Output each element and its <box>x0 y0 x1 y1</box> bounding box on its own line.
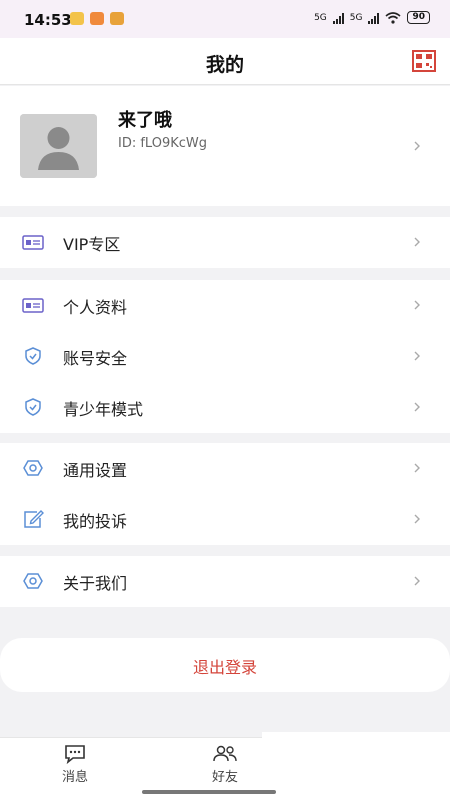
notification-app-icon <box>90 12 104 25</box>
avatar[interactable] <box>20 114 97 178</box>
status-bar: 14:53 5G 5G 90 <box>0 0 450 38</box>
user-id: ID: fLO9KcWg <box>118 136 207 151</box>
edit-icon <box>24 510 44 528</box>
id-card-icon <box>22 298 44 313</box>
default-avatar-icon <box>20 114 97 178</box>
menu-item-account-security[interactable]: 账号安全 <box>0 331 450 382</box>
logout-label: 退出登录 <box>192 658 257 677</box>
logout-button[interactable]: 退出登录 <box>0 638 450 692</box>
wifi-icon <box>385 11 401 24</box>
network-label-2: 5G <box>349 12 363 23</box>
nav-tab-label: 消息 <box>61 770 88 785</box>
menu-group-account: 个人资料 账号安全 青少年模式 <box>0 280 450 433</box>
battery-indicator: 90 <box>407 11 430 24</box>
profile-card[interactable]: 来了哦 ID: fLO9KcWg <box>0 86 450 206</box>
page-title: 我的 <box>205 54 244 76</box>
nav-tab-messages[interactable]: 消息 <box>45 744 105 785</box>
chevron-right-icon <box>414 402 420 412</box>
chat-icon <box>65 745 85 764</box>
status-indicators: 5G 5G 90 <box>314 11 430 24</box>
friends-icon <box>213 745 237 762</box>
qr-code-icon[interactable] <box>412 50 436 72</box>
menu-item-profile[interactable]: 个人资料 <box>0 280 450 331</box>
menu-item-youth-mode[interactable]: 青少年模式 <box>0 382 450 433</box>
signal-icon <box>332 12 344 24</box>
notification-icons <box>70 12 124 25</box>
watermark-overlay <box>262 732 450 800</box>
chevron-right-icon <box>414 141 420 151</box>
chevron-right-icon <box>414 300 420 310</box>
menu-group-about: 关于我们 <box>0 556 450 607</box>
signal-icon <box>368 12 380 24</box>
chevron-right-icon <box>414 351 420 361</box>
username: 来了哦 <box>118 110 172 131</box>
notification-app-icon <box>70 12 84 25</box>
gear-icon <box>23 573 43 589</box>
menu-item-general-settings[interactable]: 通用设置 <box>0 443 450 494</box>
menu-item-label: 关于我们 <box>63 574 128 593</box>
gear-icon <box>23 460 43 476</box>
nav-tab-label: 好友 <box>211 770 238 785</box>
menu-item-label: 我的投诉 <box>63 512 128 531</box>
menu-item-label: 青少年模式 <box>63 400 144 419</box>
page-header: 我的 <box>0 38 450 85</box>
menu-item-vip[interactable]: VIP专区 <box>0 217 450 268</box>
menu-group-vip: VIP专区 <box>0 217 450 268</box>
nav-tab-friends[interactable]: 好友 <box>195 744 255 785</box>
id-card-icon <box>22 235 44 250</box>
chevron-right-icon <box>414 576 420 586</box>
menu-item-label: 通用设置 <box>63 461 128 480</box>
shield-icon <box>25 398 41 416</box>
home-indicator <box>142 790 276 794</box>
network-label: 5G <box>314 12 327 23</box>
chevron-right-icon <box>414 237 420 247</box>
menu-item-about-us[interactable]: 关于我们 <box>0 556 450 607</box>
menu-group-settings: 通用设置 我的投诉 <box>0 443 450 545</box>
notification-app-icon <box>110 12 124 25</box>
menu-item-label: 个人资料 <box>63 298 128 317</box>
shield-icon <box>25 347 41 365</box>
menu-item-my-complaints[interactable]: 我的投诉 <box>0 494 450 545</box>
chevron-right-icon <box>414 463 420 473</box>
status-time: 14:53 <box>24 11 72 29</box>
menu-item-label: VIP专区 <box>63 235 121 254</box>
menu-item-label: 账号安全 <box>63 349 128 368</box>
chevron-right-icon <box>414 514 420 524</box>
